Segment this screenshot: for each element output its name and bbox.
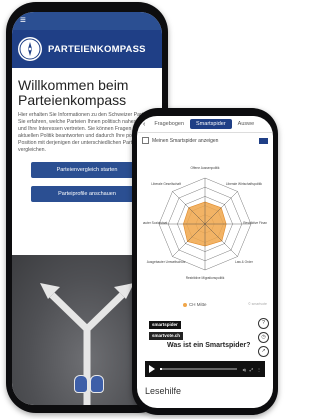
radar-axis-label: Law & Order xyxy=(235,260,254,264)
video-progress-fill xyxy=(160,368,162,370)
welcome-heading: Willkommen beim Parteienkompass xyxy=(18,77,129,108)
tab-auswertung[interactable]: Auswe xyxy=(232,119,261,129)
copyright: © smartvote xyxy=(248,302,267,306)
chart-legend: CH Mitte xyxy=(183,302,207,307)
share-icons: ? ◷ ↗ xyxy=(258,318,269,360)
top-bar: ≡ xyxy=(12,12,162,30)
show-my-smartspider-checkbox[interactable] xyxy=(142,137,149,144)
tab-bar: ‹ Fragebogen Smartspider Auswe xyxy=(137,116,273,133)
clock-icon[interactable]: ◷ xyxy=(258,332,269,343)
video-title: Was ist ein Smartspider? xyxy=(167,342,251,349)
app-title: PARTEIENKOMPASS xyxy=(48,43,146,55)
tab-fragebogen[interactable]: Fragebogen xyxy=(148,119,190,129)
tab-smartspider[interactable]: Smartspider xyxy=(190,119,232,129)
video-time: 00:00 xyxy=(181,356,190,360)
video-player: ◂) ⤢ ⋮ xyxy=(145,361,265,377)
hamburger-menu-icon[interactable]: ≡ xyxy=(20,16,26,26)
more-icon[interactable]: ⋮ xyxy=(257,367,261,372)
mail-icon[interactable] xyxy=(259,137,268,144)
start-comparison-button[interactable]: Parteienvergleich starten xyxy=(31,162,143,178)
radar-axis-label: Restriktive Finanzpolitik xyxy=(243,221,267,225)
smartspider-logo: smartspider xyxy=(149,321,181,329)
help-icon[interactable]: ? xyxy=(258,318,269,329)
front-phone: ‹ Fragebogen Smartspider Auswe Meinen Sm… xyxy=(132,108,278,415)
smartspider-chart: Offene Aussenpolitik Liberale Wirtschafts… xyxy=(143,166,267,280)
legend-dot xyxy=(183,302,187,307)
compass-logo-icon xyxy=(18,37,42,61)
shoes xyxy=(70,373,106,393)
radar-axis-label: Restriktive Migrationspolitik xyxy=(186,276,225,280)
reading-help-label: Lesehilfe xyxy=(145,386,182,396)
show-my-smartspider-label: Meinen Smartspider anzeigen xyxy=(152,137,219,144)
radar-axis-label: Liberale Wirtschaftspolitik xyxy=(226,182,263,186)
play-icon[interactable] xyxy=(149,365,155,373)
front-phone-screen: ‹ Fragebogen Smartspider Auswe Meinen Sm… xyxy=(137,116,273,408)
show-my-smartspider-row: Meinen Smartspider anzeigen xyxy=(137,133,273,148)
legend-label: CH Mitte xyxy=(189,302,207,307)
video-progress[interactable] xyxy=(160,368,238,370)
app-banner: PARTEIENKOMPASS xyxy=(12,30,162,68)
share-icon[interactable]: ↗ xyxy=(258,346,269,357)
fullscreen-icon[interactable]: ⤢ xyxy=(250,367,253,372)
party-profiles-button[interactable]: Parteiprofile anschauen xyxy=(31,186,143,202)
chevron-left-icon[interactable]: ‹ xyxy=(140,121,148,128)
smartvote-logo: smartvote.ch xyxy=(149,332,184,340)
radar-axis-label: Offene Aussenpolitik xyxy=(190,166,219,170)
radar-axis-label: Ausgebauter Sozialstaat xyxy=(143,221,167,225)
volume-icon[interactable]: ◂) xyxy=(242,367,245,372)
radar-axis-label: Ausgebauter Umweltschutz xyxy=(147,260,186,264)
radar-axis-label: Liberale Gesellschaft xyxy=(151,182,181,186)
